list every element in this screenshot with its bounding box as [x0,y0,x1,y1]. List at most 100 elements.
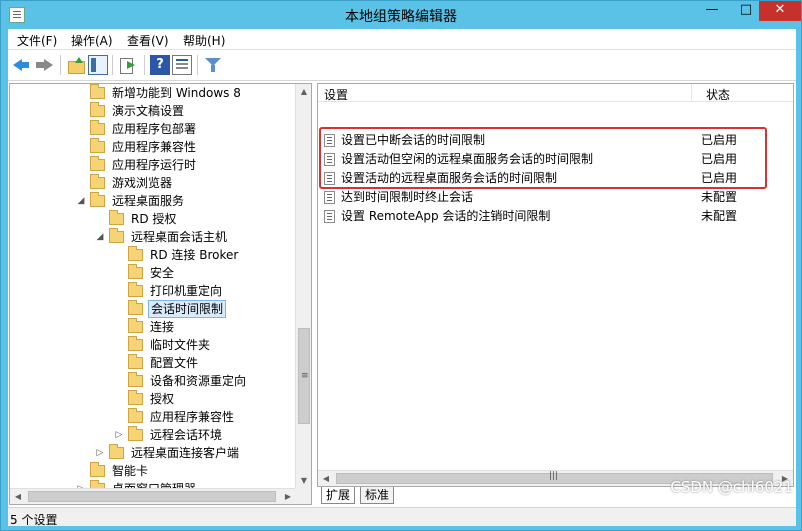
maximize-button[interactable]: □ [729,1,763,21]
tree-expander-icon[interactable]: ◢ [95,228,105,246]
tree-item-label: 智能卡 [112,464,149,478]
column-header-setting[interactable]: 设置 [324,86,348,103]
tree-item-label: 游戏浏览器 [112,176,173,190]
tree-item-label: 远程会话环境 [150,428,223,442]
scroll-down-arrow-icon[interactable]: ▼ [296,473,311,489]
toolbar-separator [112,55,113,75]
folder-icon [128,264,143,279]
scroll-right-arrow-icon[interactable]: ▶ [280,489,296,504]
help-icon[interactable]: ? [150,55,170,75]
menu-help[interactable]: 帮助(H) [183,32,225,49]
folder-icon [109,228,124,243]
show-hide-tree-icon[interactable] [88,55,108,75]
setting-name: 达到时间限制时终止会话 [341,190,474,204]
filter-icon[interactable] [203,55,223,75]
tree-expander-icon[interactable]: ◢ [76,192,86,210]
back-arrow-icon[interactable] [11,55,31,75]
tree-item-label: 授权 [150,392,175,406]
tree-item-label: 应用程序兼容性 [150,410,235,424]
tree-vertical-scrollbar[interactable]: ▲ ≡ ▼ [295,84,311,489]
setting-state: 未配置 [701,190,738,204]
grip-icon: ≡ [301,371,309,381]
watermark: CSDN @chl6021 [670,478,793,496]
forward-arrow-icon[interactable] [34,55,54,75]
tab-standard[interactable]: 标准 [360,487,395,504]
tree-item-label: 应用程序兼容性 [112,140,197,154]
tree-item-label: 安全 [150,266,175,280]
menu-view[interactable]: 查看(V) [127,32,169,49]
scroll-up-arrow-icon[interactable]: ▲ [296,84,311,100]
tree-item-label: 打印机重定向 [150,284,223,298]
folder-icon [128,318,143,333]
grip-icon: ||| [549,471,559,481]
policy-setting-icon [324,191,335,204]
app-window: 本地组策略编辑器 — □ ✕ 文件(F) 操作(A) 查看(V) 帮助(H) ? [0,0,802,531]
folder-icon [90,120,105,135]
list-item[interactable]: 达到时间限制时终止会话 未配置 [324,188,784,207]
folder-icon [128,408,143,423]
tree-item-label: 会话时间限制 [148,300,227,318]
status-bar: 5 个设置 [8,507,796,527]
tree-expander-icon[interactable]: ▷ [114,426,124,444]
folder-icon [90,156,105,171]
export-list-icon[interactable] [118,55,138,75]
folder-icon [109,444,124,459]
folder-icon [128,282,143,297]
toolbar-separator [144,55,145,75]
folder-icon [128,246,143,261]
toolbar-separator [60,55,61,75]
tree-item-label: 设备和资源重定向 [150,374,247,388]
title-bar[interactable]: 本地组策略编辑器 — □ ✕ [1,1,801,29]
scrollbar-thumb[interactable]: ≡ [298,328,310,424]
scroll-corner [295,488,311,504]
tree-expander-icon[interactable]: ▷ [95,444,105,462]
red-highlight-annotation [319,127,767,189]
column-header-state[interactable]: 状态 [706,86,730,103]
folder-icon [128,354,143,369]
folder-icon [128,336,143,351]
column-divider[interactable] [691,84,692,102]
minimize-button[interactable]: — [695,1,729,21]
window-title: 本地组策略编辑器 [345,9,457,25]
folder-icon [128,372,143,387]
tree-item-label: 远程桌面连接客户端 [131,446,240,460]
close-button[interactable]: ✕ [759,1,801,21]
folder-icon [128,300,143,315]
tab-extended[interactable]: 扩展 [321,487,356,504]
toolbar-separator [197,55,198,75]
folder-icon [90,84,105,99]
properties-icon[interactable] [172,55,192,75]
up-one-level-icon[interactable] [66,55,86,75]
menu-action[interactable]: 操作(A) [71,32,113,49]
folder-icon [90,192,105,207]
tree-horizontal-scrollbar[interactable]: ◀ ▶ [10,488,296,504]
tree-item-label: 新增功能到 Windows 8 [112,86,241,100]
list-item[interactable]: 设置 RemoteApp 会话的注销时间限制 未配置 [324,207,784,226]
status-text: 5 个设置 [10,513,58,527]
setting-state: 未配置 [701,209,738,223]
tree-item-label: RD 连接 Broker [150,248,239,262]
folder-icon [128,390,143,405]
folder-icon [90,462,105,477]
tree-item-label: 应用程序包部署 [112,122,197,136]
folder-icon [90,174,105,189]
menu-file[interactable]: 文件(F) [17,32,57,49]
policy-setting-icon [324,210,335,223]
scroll-left-arrow-icon[interactable]: ◀ [10,489,26,504]
tree-pane[interactable]: 新增功能到 Windows 8 演示文稿设置 应用程序包部署 应用程序兼容性 应用程序运… [9,83,312,505]
folder-icon [90,102,105,117]
tree-item-label: 远程桌面服务 [112,194,185,208]
tree-item-label: 连接 [150,320,175,334]
tree-item-label: 配置文件 [150,356,199,370]
settings-list-pane[interactable]: 设置 状态 设置已中断会话的时间限制 已启用 设置活动但空闲的远程桌面服务会话的时间… [317,83,794,487]
scrollbar-thumb[interactable] [28,491,276,502]
tree-item-label: 远程桌面会话主机 [131,230,228,244]
menu-bar: 文件(F) 操作(A) 查看(V) 帮助(H) [8,29,796,50]
folder-icon [128,426,143,441]
folder-icon [109,210,124,225]
scroll-left-arrow-icon[interactable]: ◀ [318,471,334,486]
list-header: 设置 状态 [318,84,793,102]
tree-item-label: 应用程序运行时 [112,158,197,172]
tree-item-label: 演示文稿设置 [112,104,185,118]
tree-item-label: RD 授权 [131,212,177,226]
